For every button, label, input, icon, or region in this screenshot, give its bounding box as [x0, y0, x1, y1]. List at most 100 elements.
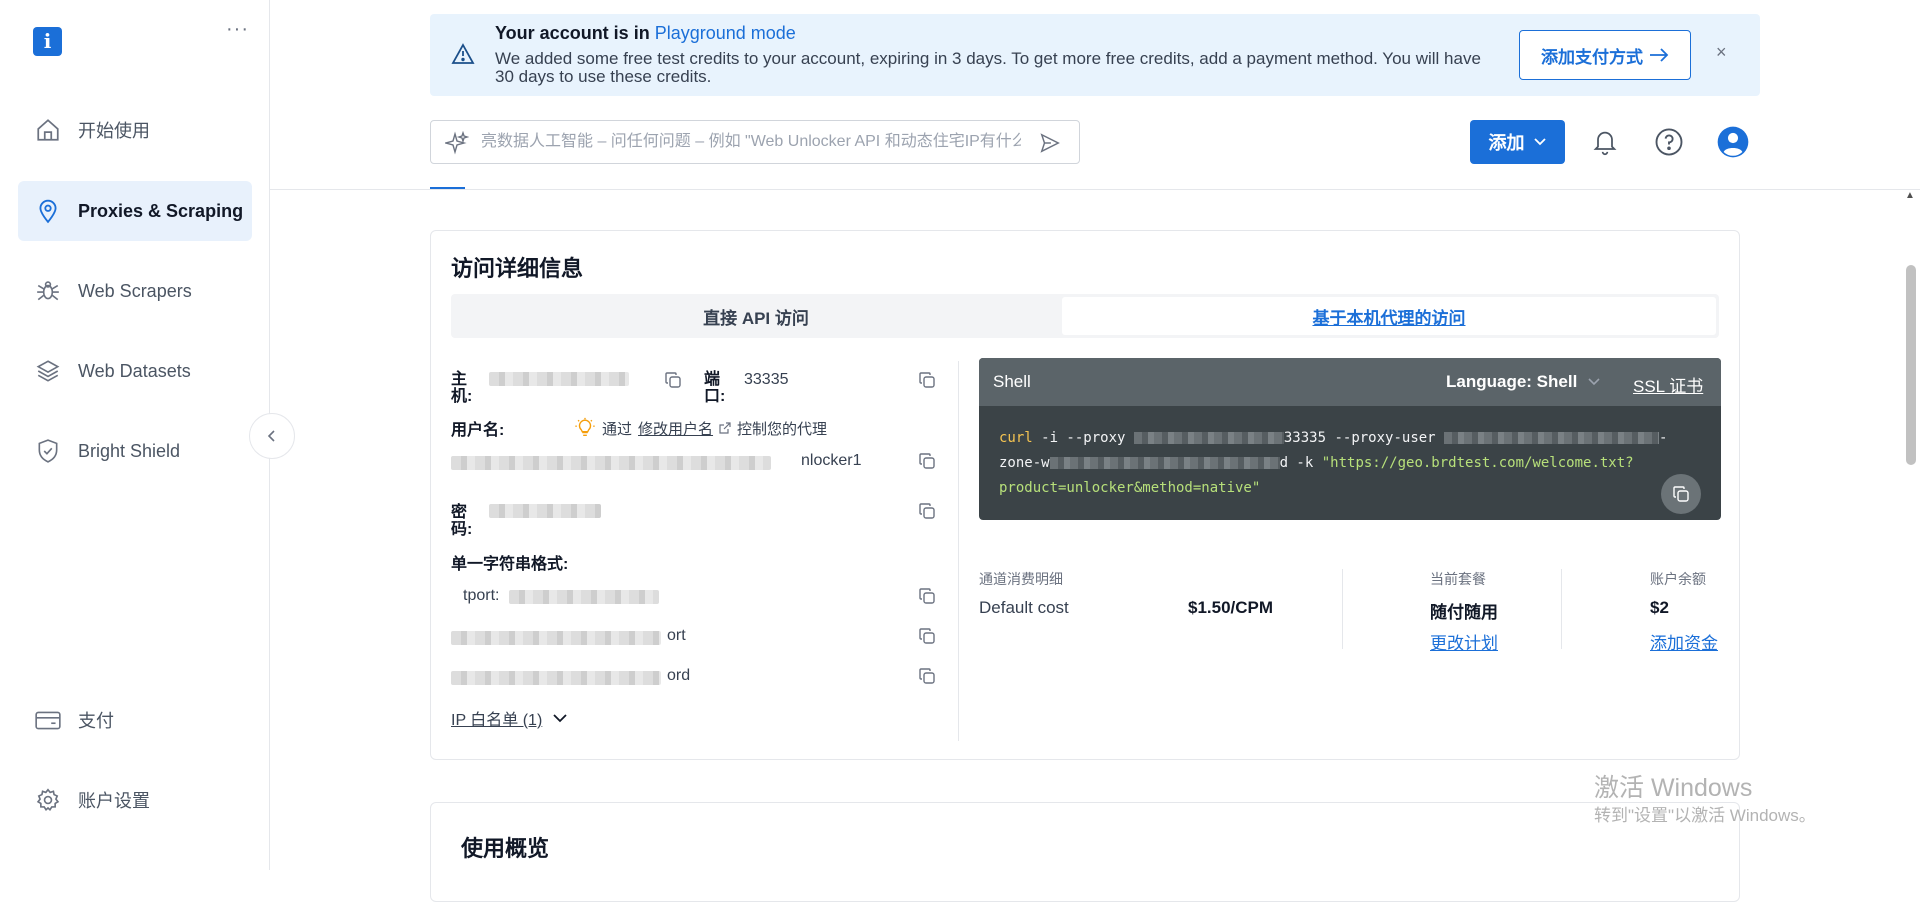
balance-label: 账户余额	[1650, 571, 1706, 587]
copy-password-icon[interactable]	[916, 500, 938, 522]
help-icon[interactable]	[1652, 125, 1686, 159]
user-avatar-icon[interactable]	[1716, 125, 1750, 159]
language-select[interactable]: Language: Shell	[1446, 372, 1601, 392]
shell-code-panel: Shell Language: Shell SSL 证书 curl -i --p…	[979, 358, 1721, 520]
usage-overview-card: 使用概览	[430, 802, 1740, 902]
shell-title: Shell	[993, 372, 1031, 391]
shield-check-icon	[18, 438, 78, 464]
modify-username-hint: 通过 修改用户名 控制您的代理	[574, 417, 827, 439]
chevron-down-icon	[1533, 138, 1546, 146]
copy-string-1-icon[interactable]	[916, 585, 938, 607]
sidebar-item-web-scrapers[interactable]: Web Scrapers	[18, 261, 252, 321]
playground-mode-link[interactable]: Playground mode	[655, 23, 796, 43]
brand-logo[interactable]: i	[33, 27, 62, 56]
single-string-2-redacted	[451, 631, 661, 645]
sparkle-icon	[443, 130, 470, 160]
copy-username-icon[interactable]	[916, 450, 938, 472]
single-string-3-redacted	[451, 671, 661, 685]
chevron-left-icon	[267, 430, 275, 442]
arrow-right-icon	[1650, 48, 1669, 62]
scrollbar-thumb[interactable]	[1906, 265, 1916, 465]
sidebar-item-label: Web Scrapers	[78, 280, 192, 301]
sidebar-item-label: 支付	[78, 711, 114, 731]
add-payment-method-button[interactable]: 添加支付方式	[1519, 30, 1691, 80]
header-divider	[270, 189, 1920, 190]
warning-icon	[451, 43, 475, 70]
chevron-down-icon	[1588, 378, 1600, 386]
sidebar-item-label: 账户设置	[78, 791, 150, 811]
ai-search-bar	[430, 120, 1080, 164]
billing-divider	[1342, 569, 1343, 649]
shell-header: Shell Language: Shell SSL 证书	[979, 358, 1721, 406]
sidebar: i ··· 开始使用 Proxies & Scraping Web Scrape…	[0, 0, 270, 870]
location-pin-icon	[18, 198, 78, 224]
billing-divider	[1561, 569, 1562, 649]
access-type-toggle: 直接 API 访问 基于本机代理的访问	[451, 294, 1719, 338]
windows-activation-watermark: 激活 Windows	[1594, 774, 1753, 802]
access-details-card: 访问详细信息 直接 API 访问 基于本机代理的访问 主机: 端口: 33335…	[430, 230, 1740, 760]
copy-code-button[interactable]	[1661, 474, 1701, 514]
playground-mode-banner: Your account is in Playground mode We ad…	[430, 14, 1760, 96]
add-funds-link[interactable]: 添加资金	[1650, 629, 1718, 654]
single-string-1-redacted	[509, 590, 659, 604]
balance-value: $2	[1650, 598, 1669, 617]
ssl-certificate-link[interactable]: SSL 证书	[1633, 372, 1703, 397]
sidebar-item-label: Bright Shield	[78, 440, 181, 461]
sidebar-item-proxies-scraping[interactable]: Proxies & Scraping	[18, 181, 252, 241]
lightbulb-icon	[575, 417, 595, 437]
card-icon	[18, 707, 78, 733]
change-plan-link[interactable]: 更改计划	[1430, 629, 1498, 654]
host-value-redacted	[489, 372, 629, 386]
column-divider	[958, 361, 959, 741]
gear-icon	[18, 787, 78, 813]
add-dropdown-button[interactable]: 添加	[1470, 120, 1565, 164]
close-banner-button[interactable]: ×	[1716, 42, 1727, 63]
home-icon	[18, 117, 78, 143]
current-plan-label: 当前套餐	[1430, 571, 1486, 587]
card-title: 使用概览	[461, 836, 550, 861]
tab-direct-api[interactable]: 直接 API 访问	[451, 294, 1061, 338]
collapse-sidebar-button[interactable]	[249, 413, 295, 459]
sidebar-item-label: Proxies & Scraping	[78, 200, 244, 221]
copy-icon	[1673, 486, 1689, 502]
sidebar-item-label: Web Datasets	[78, 360, 191, 381]
ip-whitelist-toggle[interactable]: IP 白名单 (1)	[451, 706, 568, 730]
copy-string-3-icon[interactable]	[916, 665, 938, 687]
sidebar-item-bright-shield[interactable]: Bright Shield	[18, 421, 252, 481]
notifications-bell-icon[interactable]	[1588, 125, 1622, 159]
host-label: 主机:	[451, 371, 473, 405]
scroll-up-arrow-icon[interactable]: ▲	[1905, 190, 1915, 201]
password-label: 密码:	[451, 504, 473, 538]
external-link-icon	[719, 422, 731, 434]
sidebar-item-account-settings[interactable]: 账户设置	[18, 770, 252, 830]
copy-port-icon[interactable]	[916, 369, 938, 391]
sidebar-item-getting-started[interactable]: 开始使用	[18, 100, 252, 160]
username-value-tail: nlocker1	[801, 452, 862, 469]
chevron-down-icon	[553, 714, 567, 723]
current-plan-value: 随付随用	[1430, 603, 1498, 622]
single-string-3-tail: ord	[667, 667, 691, 684]
port-value: 33335	[744, 371, 789, 388]
windows-activation-hint: 转到"设置"以激活 Windows。	[1594, 806, 1816, 825]
copy-host-icon[interactable]	[662, 369, 684, 391]
card-title: 访问详细信息	[451, 256, 584, 281]
password-value-redacted	[489, 504, 601, 518]
cost-name: Default cost	[979, 598, 1069, 617]
stack-icon	[18, 358, 78, 384]
single-string-2-tail: ort	[667, 627, 686, 644]
channel-cost-label: 通道消费明细	[979, 571, 1063, 587]
sidebar-item-payment[interactable]: 支付	[18, 690, 252, 750]
spider-icon	[18, 278, 78, 304]
username-label: 用户名:	[451, 422, 505, 439]
banner-text: We added some free test credits to your …	[495, 49, 1481, 86]
send-icon[interactable]	[1039, 132, 1061, 159]
single-string-1-tail: tport:	[463, 587, 500, 604]
ai-search-input[interactable]	[481, 129, 1021, 155]
sidebar-item-web-datasets[interactable]: Web Datasets	[18, 341, 252, 401]
tab-native-proxy[interactable]: 基于本机代理的访问	[1062, 297, 1716, 335]
single-string-label: 单一字符串格式:	[451, 556, 569, 573]
modify-username-link[interactable]: 修改用户名	[638, 418, 713, 439]
more-menu-icon[interactable]: ···	[226, 18, 249, 41]
copy-string-2-icon[interactable]	[916, 625, 938, 647]
username-value-redacted	[451, 456, 771, 470]
